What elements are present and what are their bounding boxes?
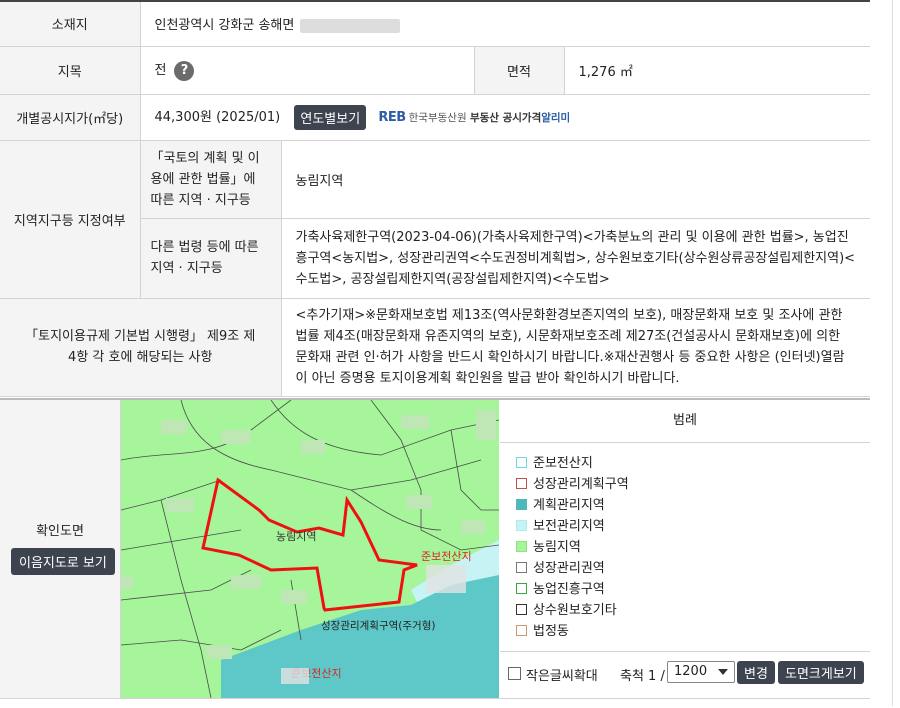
map-section: 확인도면 이음지도로 보기 농림지역 준보전산지 성장관리계획구역(주거형) 준…	[0, 398, 870, 699]
legend-swatch	[516, 625, 527, 636]
legend-swatch	[516, 562, 527, 573]
jimok-value: 전	[154, 63, 167, 79]
location-cell: 인천광역시 강화군 송해면	[140, 2, 871, 47]
legend-label: 농림지역	[533, 540, 581, 555]
scale-select[interactable]: 1200	[667, 661, 735, 683]
reb-service: 부동산 공시가격	[469, 111, 542, 124]
legend-label: 성장관리권역	[533, 561, 605, 576]
legend-item: 준보전산지	[516, 453, 870, 474]
zone-law1-label: 「국토의 계획 및 이용에 관한 법률」에 따른 지역 · 지구등	[140, 140, 282, 219]
scale-label: 축척 1 /	[620, 669, 665, 684]
legend-item: 상수원보호기타	[516, 600, 870, 621]
eum-map-button[interactable]: 이음지도로 보기	[11, 548, 115, 575]
regulation-label: 「토지이용규제 기본법 시행령」 제9조 제4항 각 호에 해당되는 사항	[0, 298, 282, 397]
year-view-button[interactable]: 연도별보기	[294, 104, 367, 130]
location-label: 소재지	[0, 2, 141, 47]
reb-price-alimi-link[interactable]: REB 한국부동산원 부동산 공시가격알리미	[378, 110, 570, 125]
price-cell: 44,300원 (2025/01) 연도별보기 REB 한국부동산원 부동산 공시…	[140, 94, 871, 141]
zone-law2-label: 다른 법령 등에 따른 지역 · 지구등	[140, 218, 282, 299]
map-controls: 작은글씨확대 축척 1 / 1200 변경 도면크게보기	[500, 651, 870, 698]
map-zone-blue-label: 성장관리계획구역(주거형)	[321, 620, 435, 632]
legend-item: 법정동	[516, 621, 870, 642]
legend-swatch	[516, 457, 527, 468]
legend-item: 농림지역	[516, 537, 870, 558]
legend-item: 성장관리계획구역	[516, 474, 870, 495]
legend-label: 농업진흥구역	[533, 582, 605, 597]
legend-list: 준보전산지성장관리계획구역계획관리지역보전관리지역농림지역성장관리권역농업진흥구…	[500, 443, 870, 642]
legend-swatch	[516, 604, 527, 615]
row-location: 소재지 인천광역시 강화군 송해면	[0, 2, 871, 47]
legend-item: 성장관리권역	[516, 558, 870, 579]
legend-label: 보전관리지역	[533, 519, 605, 534]
legend-title: 범례	[500, 400, 870, 443]
legend-item: 농업진흥구역	[516, 579, 870, 600]
large-map-button[interactable]: 도면크게보기	[778, 661, 864, 684]
legend-item: 보전관리지역	[516, 516, 870, 537]
area-value: 1,276 ㎡	[564, 46, 871, 95]
help-icon[interactable]: ?	[174, 60, 195, 81]
legend-swatch	[516, 499, 527, 510]
location-value: 인천광역시 강화군 송해면	[154, 18, 295, 34]
reb-alimi: 알리미	[541, 111, 571, 124]
legend-swatch	[516, 520, 527, 531]
land-use-plan-panel: 소재지 인천광역시 강화군 송해면 지목 전? 면적 1,276 ㎡ 개별공시지…	[0, 0, 871, 708]
legend-item: 계획관리지역	[516, 495, 870, 516]
map-label: 확인도면	[36, 524, 84, 539]
map-canvas: 농림지역 준보전산지 성장관리계획구역(주거형) 준보전산지	[121, 400, 499, 698]
price-value: 44,300원 (2025/01)	[154, 109, 281, 125]
zone-label: 지역지구등 지정여부	[0, 140, 141, 299]
row-jimok: 지목 전? 면적 1,276 ㎡	[0, 46, 871, 95]
legend-label: 성장관리계획구역	[533, 477, 629, 492]
scale-change-button[interactable]: 변경	[737, 661, 775, 684]
price-label: 개별공시지가(㎡당)	[0, 94, 141, 141]
zone-law2-value: 가축사육제한구역(2023-04-06)(가축사육제한구역)<가축분뇨의 관리 …	[281, 218, 871, 299]
legend-label: 계획관리지역	[533, 498, 605, 513]
land-info-table: 소재지 인천광역시 강화군 송해면 지목 전? 면적 1,276 ㎡ 개별공시지…	[0, 2, 871, 397]
small-text-checkbox[interactable]	[508, 667, 521, 680]
map-side-header: 확인도면 이음지도로 보기	[0, 400, 121, 698]
jimok-cell: 전?	[140, 46, 475, 95]
legend-label: 준보전산지	[533, 456, 593, 471]
row-zone-law1: 지역지구등 지정여부 「국토의 계획 및 이용에 관한 법률」에 따른 지역 ·…	[0, 140, 871, 299]
page-divider	[892, 0, 893, 706]
legend-label: 상수원보호기타	[533, 603, 617, 618]
regulation-value: <추가기재>※문화재보호법 제13조(역사문화환경보존지역의 보호), 매장문화…	[281, 298, 871, 397]
legend-panel: 범례 준보전산지성장관리계획구역계획관리지역보전관리지역농림지역성장관리권역농업…	[500, 400, 870, 698]
legend-swatch	[516, 583, 527, 594]
small-text-label: 작은글씨확대	[526, 669, 598, 684]
map-zone-red-label: 준보전산지	[421, 550, 472, 563]
reb-name: 한국부동산원	[408, 111, 467, 124]
legend-swatch	[516, 541, 527, 552]
map-parcel-label: 농림지역	[276, 530, 316, 543]
redacted-address	[300, 18, 401, 33]
legend-swatch	[516, 478, 527, 489]
row-regulation: 「토지이용규제 기본법 시행령」 제9조 제4항 각 호에 해당되는 사항 <추…	[0, 298, 871, 397]
jimok-label: 지목	[0, 46, 141, 95]
parcel-map[interactable]: 농림지역 준보전산지 성장관리계획구역(주거형) 준보전산지	[121, 400, 499, 698]
area-label: 면적	[474, 46, 565, 95]
legend-label: 법정동	[533, 624, 569, 639]
zone-law1-value: 농림지역	[281, 140, 871, 219]
reb-logo: REB	[378, 109, 406, 125]
row-price: 개별공시지가(㎡당) 44,300원 (2025/01) 연도별보기 REB 한국…	[0, 94, 871, 141]
